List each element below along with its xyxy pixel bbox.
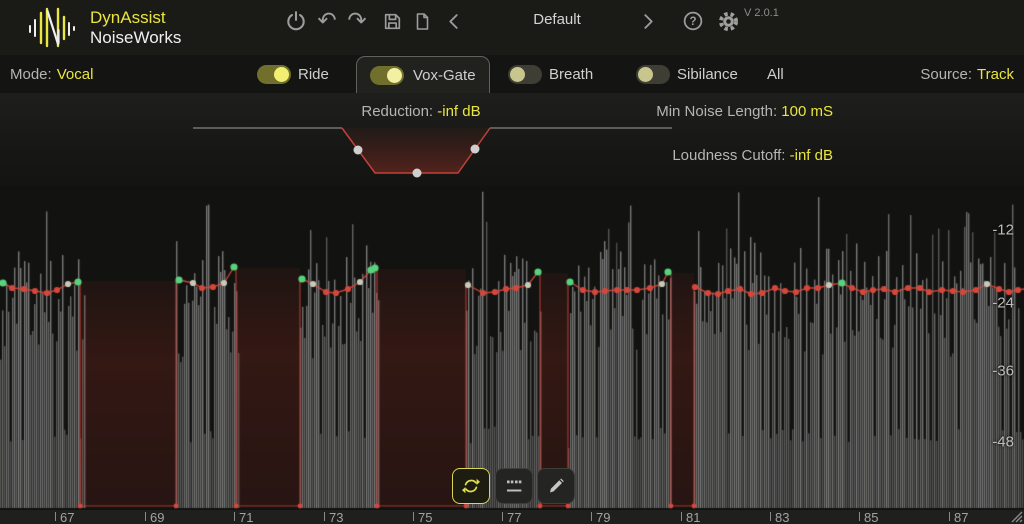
resize-handle[interactable] — [1007, 507, 1023, 523]
power-button[interactable] — [282, 7, 310, 35]
version-label: V 2.0.1 — [744, 7, 779, 19]
timeline-tick-71: 71 — [234, 512, 253, 524]
timeline-tick-67: 67 — [55, 512, 74, 524]
min-noise-readout[interactable]: Min Noise Length: 100 mS — [656, 103, 833, 120]
db-label--36: -36 — [992, 363, 1014, 380]
timeline-tick-81: 81 — [681, 512, 700, 524]
document-icon — [412, 11, 432, 32]
db-label--24: -24 — [992, 295, 1014, 312]
gate-curve-panel: Reduction: -inf dB Min Noise Length: 100… — [0, 93, 1024, 185]
curve-dip-fill — [342, 128, 490, 173]
curve-handle-bottom[interactable] — [413, 169, 422, 178]
loudness-cutoff-readout[interactable]: Loudness Cutoff: -inf dB — [672, 147, 833, 164]
power-icon — [285, 10, 307, 32]
loudness-cutoff-label: Loudness Cutoff: — [672, 147, 785, 164]
tab-vox-gate[interactable]: Vox-Gate — [356, 56, 490, 93]
min-noise-value: 100 mS — [781, 103, 833, 120]
tab-all[interactable]: All — [767, 55, 784, 93]
vox-gate-toggle[interactable] — [370, 66, 404, 85]
loudness-cutoff-value: -inf dB — [790, 147, 833, 164]
source-value: Track — [977, 66, 1014, 83]
redo-icon: ↷ — [347, 10, 366, 33]
refresh-cycle-icon — [461, 476, 481, 496]
new-preset-button[interactable] — [408, 7, 436, 35]
source-label: Source: — [920, 66, 972, 83]
vendor-name: NoiseWorks — [90, 28, 181, 48]
mode-readout[interactable]: Mode: Vocal — [10, 55, 93, 93]
next-preset-button[interactable] — [634, 7, 662, 35]
sibilance-label: Sibilance — [677, 66, 738, 83]
dynassist-plugin-window: DynAssist NoiseWorks ↶ ↷ — [0, 0, 1024, 524]
sibilance-toggle[interactable] — [636, 65, 670, 84]
timeline-tick-85: 85 — [859, 512, 878, 524]
undo-icon: ↶ — [317, 10, 336, 33]
header-bar: DynAssist NoiseWorks ↶ ↷ — [0, 0, 1024, 55]
curve-handle-left[interactable] — [354, 146, 363, 155]
plugin-name: DynAssist — [90, 8, 181, 28]
waveform-display: -12 -24 -36 -48 — [0, 185, 1024, 510]
chevron-right-icon — [642, 13, 655, 30]
redo-button[interactable]: ↷ — [343, 7, 371, 35]
settings-button[interactable] — [714, 7, 742, 35]
reduction-label: Reduction: — [361, 103, 433, 120]
pencil-icon — [546, 476, 566, 496]
db-label--12: -12 — [992, 222, 1014, 239]
help-button[interactable]: ? — [679, 7, 707, 35]
gear-icon — [717, 10, 740, 33]
face-detect-tool-button[interactable] — [495, 468, 533, 504]
ride-toggle-knob — [274, 67, 289, 82]
curve-handle-right[interactable] — [471, 145, 480, 154]
all-label: All — [767, 66, 784, 83]
waveform-canvas[interactable] — [0, 185, 1024, 510]
mode-bar: Mode: Vocal Ride Vox-Gate Breath Sibilan… — [0, 55, 1024, 94]
vox-gate-toggle-knob — [387, 68, 402, 83]
chevron-left-icon — [447, 13, 460, 30]
previous-preset-button[interactable] — [439, 7, 467, 35]
breath-label: Breath — [549, 66, 593, 83]
mode-label: Mode: — [10, 66, 52, 83]
breath-toggle-knob — [510, 67, 525, 82]
reduction-value: -inf dB — [437, 103, 480, 120]
min-noise-label: Min Noise Length: — [656, 103, 777, 120]
save-icon — [382, 11, 403, 32]
timeline-tick-83: 83 — [770, 512, 789, 524]
noiseworks-logo-icon — [27, 5, 79, 51]
sibilance-toggle-knob — [638, 67, 653, 82]
timeline-tick-73: 73 — [324, 512, 343, 524]
save-preset-button[interactable] — [378, 7, 406, 35]
timeline-ruler[interactable]: 67 69 71 73 75 77 79 81 83 85 87 — [0, 510, 1024, 524]
undo-button[interactable]: ↶ — [313, 7, 341, 35]
plugin-titles: DynAssist NoiseWorks — [90, 8, 181, 48]
breath-toggle[interactable] — [508, 65, 542, 84]
ride-toggle[interactable] — [257, 65, 291, 84]
vox-gate-label: Vox-Gate — [413, 67, 476, 84]
timeline-tick-77: 77 — [502, 512, 521, 524]
svg-text:?: ? — [689, 16, 696, 28]
mode-value: Vocal — [57, 66, 94, 83]
auto-refresh-tool-button[interactable] — [452, 468, 490, 504]
ride-label: Ride — [298, 66, 329, 83]
preset-name[interactable]: Default — [495, 11, 619, 28]
timeline-tick-75: 75 — [413, 512, 432, 524]
edit-tool-button[interactable] — [537, 468, 575, 504]
db-label--48: -48 — [992, 434, 1014, 451]
timeline-tick-69: 69 — [145, 512, 164, 524]
help-icon: ? — [682, 10, 704, 32]
timeline-tick-79: 79 — [591, 512, 610, 524]
source-readout[interactable]: Source: Track — [920, 55, 1014, 93]
timeline-tick-87: 87 — [949, 512, 968, 524]
robot-face-icon — [504, 476, 524, 496]
